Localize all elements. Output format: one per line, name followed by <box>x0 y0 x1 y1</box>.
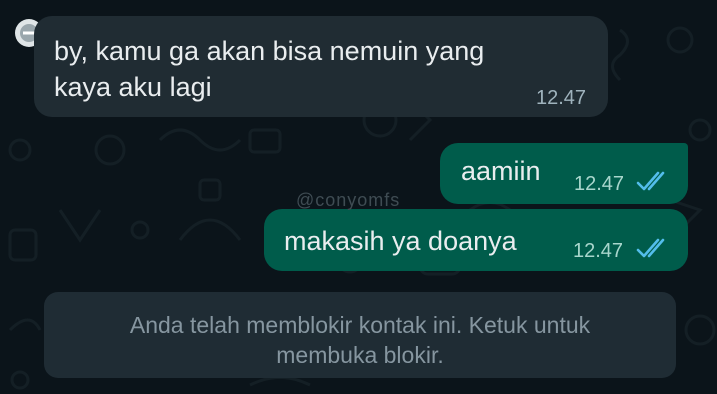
outgoing-message[interactable]: aamiin 12.47 <box>440 143 688 204</box>
message-time: 12.47 <box>536 87 587 109</box>
double-check-icon <box>636 238 665 258</box>
incoming-message[interactable]: by, kamu ga akan bisa nemuin yang kaya a… <box>34 16 608 117</box>
watermark: @conyomfs <box>296 190 401 210</box>
message-text: makasih ya doanya <box>284 226 517 256</box>
message-text: by, kamu ga akan bisa nemuin yang kaya a… <box>54 36 485 102</box>
message-time: 12.47 <box>573 240 624 262</box>
outgoing-message[interactable]: makasih ya doanya 12.47 <box>264 209 688 271</box>
double-check-icon <box>636 171 665 191</box>
message-text: aamiin <box>461 156 541 186</box>
message-time: 12.47 <box>574 173 625 195</box>
unblock-notice-text: Anda telah memblokir kontak ini. Ketuk u… <box>129 312 591 368</box>
unblock-notice[interactable]: Anda telah memblokir kontak ini. Ketuk u… <box>44 292 676 378</box>
